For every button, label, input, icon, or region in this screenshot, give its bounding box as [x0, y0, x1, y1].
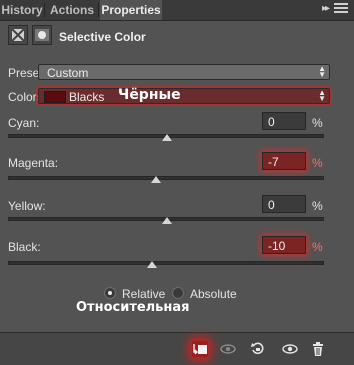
absolute-radio[interactable]: [172, 287, 184, 299]
cyan-input[interactable]: 0: [262, 112, 306, 130]
collapse-icon[interactable]: ▸▸: [322, 3, 330, 14]
chevron-updown-icon: ▲ ▼: [318, 88, 326, 103]
tab-properties[interactable]: Properties: [100, 0, 162, 20]
magenta-input[interactable]: -7: [262, 152, 306, 170]
panel-tab-bar: History Actions Properties ▸▸: [0, 0, 354, 21]
black-label: Black:: [8, 240, 41, 254]
trash-icon[interactable]: [310, 341, 326, 357]
magenta-slider-thumb[interactable]: [151, 176, 161, 183]
cyan-slider-thumb[interactable]: [162, 134, 172, 141]
magenta-unit: %: [312, 156, 323, 170]
tab-divider: [44, 3, 45, 17]
black-slider-track[interactable]: [8, 261, 324, 265]
yellow-input[interactable]: 0: [262, 195, 306, 213]
colors-annotation: Чёрные: [118, 87, 181, 103]
method-annotation: Относительная: [76, 300, 190, 315]
relative-label[interactable]: Relative: [122, 287, 165, 301]
black-slider-thumb[interactable]: [147, 261, 157, 268]
black-unit: %: [312, 240, 323, 254]
relative-radio[interactable]: [104, 287, 116, 299]
absolute-label[interactable]: Absolute: [190, 287, 237, 301]
panel-menu-icon[interactable]: [334, 3, 348, 16]
yellow-unit: %: [312, 199, 323, 213]
black-input[interactable]: -10: [262, 236, 306, 254]
colors-dropdown[interactable]: Blacks ▲ ▼: [38, 88, 330, 104]
clip-to-layer-icon[interactable]: [192, 341, 208, 357]
cyan-unit: %: [312, 116, 323, 130]
panel-title: Selective Color: [59, 30, 146, 44]
colors-value: Blacks: [69, 90, 105, 104]
eye-icon[interactable]: [282, 341, 298, 357]
tab-divider: [98, 3, 99, 17]
magenta-slider-track[interactable]: [8, 176, 324, 180]
yellow-slider-thumb[interactable]: [162, 217, 172, 224]
yellow-label: Yellow:: [8, 199, 46, 213]
reset-icon[interactable]: [250, 341, 266, 357]
chevron-updown-icon: ▲ ▼: [318, 64, 326, 79]
preset-value: Custom: [47, 66, 89, 80]
cyan-label: Cyan:: [8, 116, 40, 130]
layer-mask-icon[interactable]: [32, 25, 52, 45]
color-swatch: [44, 91, 66, 103]
adjustment-layer-icon[interactable]: [8, 25, 28, 45]
preset-dropdown[interactable]: Custom ▲ ▼: [38, 64, 330, 80]
visibility-previous-icon[interactable]: [220, 341, 236, 357]
magenta-label: Magenta:: [8, 156, 59, 170]
tab-actions[interactable]: Actions: [46, 0, 98, 20]
tab-history[interactable]: History: [0, 0, 44, 20]
panel-bottom-bar: [0, 332, 354, 365]
